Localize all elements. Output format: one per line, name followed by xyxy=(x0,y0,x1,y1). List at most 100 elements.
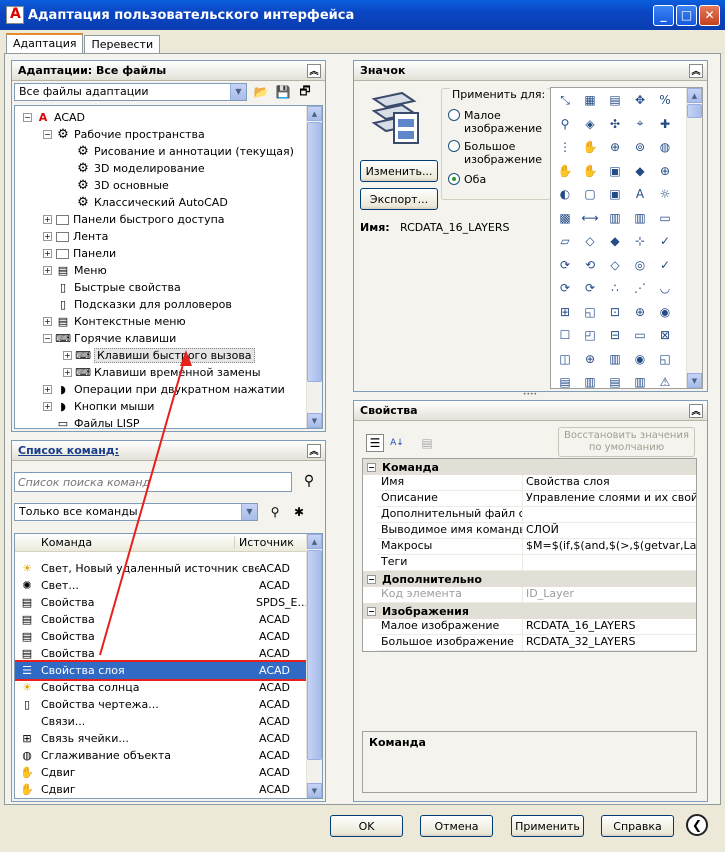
library-icon[interactable]: ▩ xyxy=(555,208,575,228)
tree-item[interactable]: ⚙ 3D основные xyxy=(63,177,169,194)
library-icon[interactable]: ✋ xyxy=(580,137,600,157)
chevron-down-icon[interactable]: ▼ xyxy=(230,84,246,100)
library-icon[interactable]: ⟳ xyxy=(555,255,575,275)
minimize-button[interactable]: _ xyxy=(653,4,674,26)
expand-node-icon[interactable]: + xyxy=(43,402,52,411)
command-row[interactable]: ☰ Свойства слоя ACAD xyxy=(15,660,310,681)
collapse-chevron-icon[interactable]: ︽ xyxy=(689,403,703,418)
library-icon[interactable]: ◆ xyxy=(605,231,625,251)
cancel-button[interactable]: Отмена xyxy=(420,815,493,837)
tree-item[interactable]: ⚙ 3D моделирование xyxy=(63,160,204,177)
library-icon[interactable]: ▥ xyxy=(630,208,650,228)
expand-node-icon[interactable]: + xyxy=(43,385,52,394)
icon-grid-scrollbar[interactable]: ▲ ▼ xyxy=(686,88,702,388)
tree-item[interactable]: ⚙ Классический AutoCAD xyxy=(63,194,228,211)
tree-item[interactable]: ▯ Подсказки для ролловеров xyxy=(43,296,232,313)
property-row[interactable]: Выводимое имя команды СЛОЙ xyxy=(377,523,696,539)
tree-item[interactable]: + ⌨ Клавиши быстрого вызова xyxy=(63,347,255,364)
column-command[interactable]: Команда xyxy=(15,536,235,549)
property-row[interactable]: Теги xyxy=(377,555,696,571)
property-row[interactable]: Имя Свойства слоя xyxy=(377,475,696,491)
library-icon[interactable]: ▥ xyxy=(605,208,625,228)
property-row[interactable]: Малое изображение RCDATA_16_LAYERS xyxy=(377,619,696,635)
command-row[interactable]: ◍ Сглаживание объекта ACAD xyxy=(15,747,308,764)
ok-button[interactable]: OK xyxy=(330,815,403,837)
open-file-icon[interactable]: 📂 xyxy=(252,83,270,101)
tree-item[interactable]: ▯ Быстрые свойства xyxy=(43,279,181,296)
help-button[interactable]: Справка xyxy=(601,815,674,837)
scroll-down-icon[interactable]: ▼ xyxy=(307,783,322,798)
library-icon[interactable]: ✣ xyxy=(605,114,625,134)
library-icon[interactable]: ✋ xyxy=(555,161,575,181)
panel-splitter[interactable]: •••• xyxy=(520,392,540,398)
column-source[interactable]: Источник xyxy=(235,536,294,549)
collapse-node-icon[interactable]: − xyxy=(367,574,376,584)
expand-node-icon[interactable]: + xyxy=(43,215,52,224)
sort-alphabetical-icon[interactable]: A↓ xyxy=(388,434,406,452)
library-icon[interactable]: ✓ xyxy=(655,231,675,251)
property-row[interactable]: ОписаниеУправление слоями и их свойствам… xyxy=(377,491,696,507)
radio-both-button[interactable] xyxy=(448,173,460,185)
property-category[interactable]: − Изображения xyxy=(363,603,696,619)
library-icon[interactable]: ⊟ xyxy=(605,325,625,345)
scroll-up-icon[interactable]: ▲ xyxy=(307,534,322,549)
library-icon[interactable]: ▤ xyxy=(605,90,625,110)
library-icon[interactable]: ⊕ xyxy=(655,161,675,181)
library-icon[interactable]: ⊕ xyxy=(630,302,650,322)
customization-files-select[interactable]: Все файлы адаптации ▼ xyxy=(14,83,247,101)
expand-node-icon[interactable]: + xyxy=(43,266,52,275)
tree-item[interactable]: + ◗ Кнопки мыши xyxy=(43,398,154,415)
collapse-chevron-icon[interactable]: ︽ xyxy=(307,63,321,78)
library-icon[interactable]: ☐ xyxy=(555,325,575,345)
library-icon[interactable]: ◫ xyxy=(555,349,575,369)
command-row[interactable]: ✋ Сдвиг ACAD xyxy=(15,764,308,781)
library-icon[interactable]: ▣ xyxy=(605,184,625,204)
library-icon[interactable]: ◈ xyxy=(580,114,600,134)
command-row[interactable]: ✺ Свет... ACAD xyxy=(15,577,308,594)
property-value[interactable]: Управление слоями и их свойствами xyxy=(523,491,696,506)
command-search-input[interactable] xyxy=(14,472,292,492)
tab-customize[interactable]: Адаптация xyxy=(6,33,84,53)
library-icon[interactable]: ◎ xyxy=(630,255,650,275)
collapse-node-icon[interactable]: − xyxy=(367,462,376,472)
library-icon[interactable]: ◇ xyxy=(580,231,600,251)
scroll-up-icon[interactable]: ▲ xyxy=(307,106,322,121)
property-value[interactable]: СЛОЙ xyxy=(523,523,696,538)
tree-item[interactable]: ⚙ Рисование и аннотации (текущая) xyxy=(63,143,294,160)
command-row[interactable]: ☀ Свойства солнца ACAD xyxy=(15,679,308,696)
library-icon[interactable]: ☼ xyxy=(655,184,675,204)
library-icon[interactable]: ⊚ xyxy=(630,137,650,157)
apply-button[interactable]: Применить xyxy=(511,815,584,837)
tree-item[interactable]: + Панели xyxy=(43,245,116,262)
tree-item[interactable]: + ▤ Контекстные меню xyxy=(43,313,186,330)
property-row[interactable]: Макросы$M=$(if,$(and,$(>,$(getvar,LayerM… xyxy=(377,539,696,555)
find-command-icon[interactable]: ⚲ xyxy=(266,503,284,521)
tree-scrollbar[interactable]: ▲ ▼ xyxy=(306,106,322,428)
library-icon[interactable]: ⟳ xyxy=(555,278,575,298)
command-row[interactable]: ▤ Свойства SPDS_E... xyxy=(15,594,308,611)
library-icon[interactable]: ⊕ xyxy=(605,137,625,157)
command-row[interactable]: ☀ Свет, Новый удаленный источник света ACA… xyxy=(15,560,308,577)
scroll-thumb[interactable] xyxy=(307,122,322,382)
library-icon[interactable]: ✚ xyxy=(655,114,675,134)
new-command-icon[interactable]: ✱ xyxy=(290,503,308,521)
property-row[interactable]: Большое изображение RCDATA_32_LAYERS xyxy=(377,635,696,651)
tree-item[interactable]: + Лента xyxy=(43,228,108,245)
library-icon[interactable]: ⊡ xyxy=(605,302,625,322)
property-row[interactable]: Дополнительный файл справки xyxy=(377,507,696,523)
tree-item[interactable]: + ▤ Меню xyxy=(43,262,107,279)
chevron-down-icon[interactable]: ▼ xyxy=(241,504,257,520)
library-icon[interactable]: ▤ xyxy=(555,372,575,388)
close-button[interactable]: ✕ xyxy=(699,4,720,26)
command-row[interactable]: ▯ Свойства чертежа... ACAD xyxy=(15,696,308,713)
library-icon[interactable]: ∴ xyxy=(605,278,625,298)
property-value[interactable]: ID_Layer xyxy=(523,587,696,602)
collapse-node-icon[interactable]: − xyxy=(23,113,32,122)
tree-item[interactable]: − ⌨ Горячие клавиши xyxy=(43,330,176,347)
collapse-node-icon[interactable]: − xyxy=(367,606,376,616)
command-list-scrollbar[interactable]: ▲ ▼ xyxy=(306,534,322,798)
library-icon[interactable]: ⊕ xyxy=(580,349,600,369)
radio-large-image[interactable]: Большое изображение xyxy=(448,140,548,166)
library-icon[interactable]: ⤡ xyxy=(555,90,575,110)
library-icon[interactable]: % xyxy=(655,90,675,110)
